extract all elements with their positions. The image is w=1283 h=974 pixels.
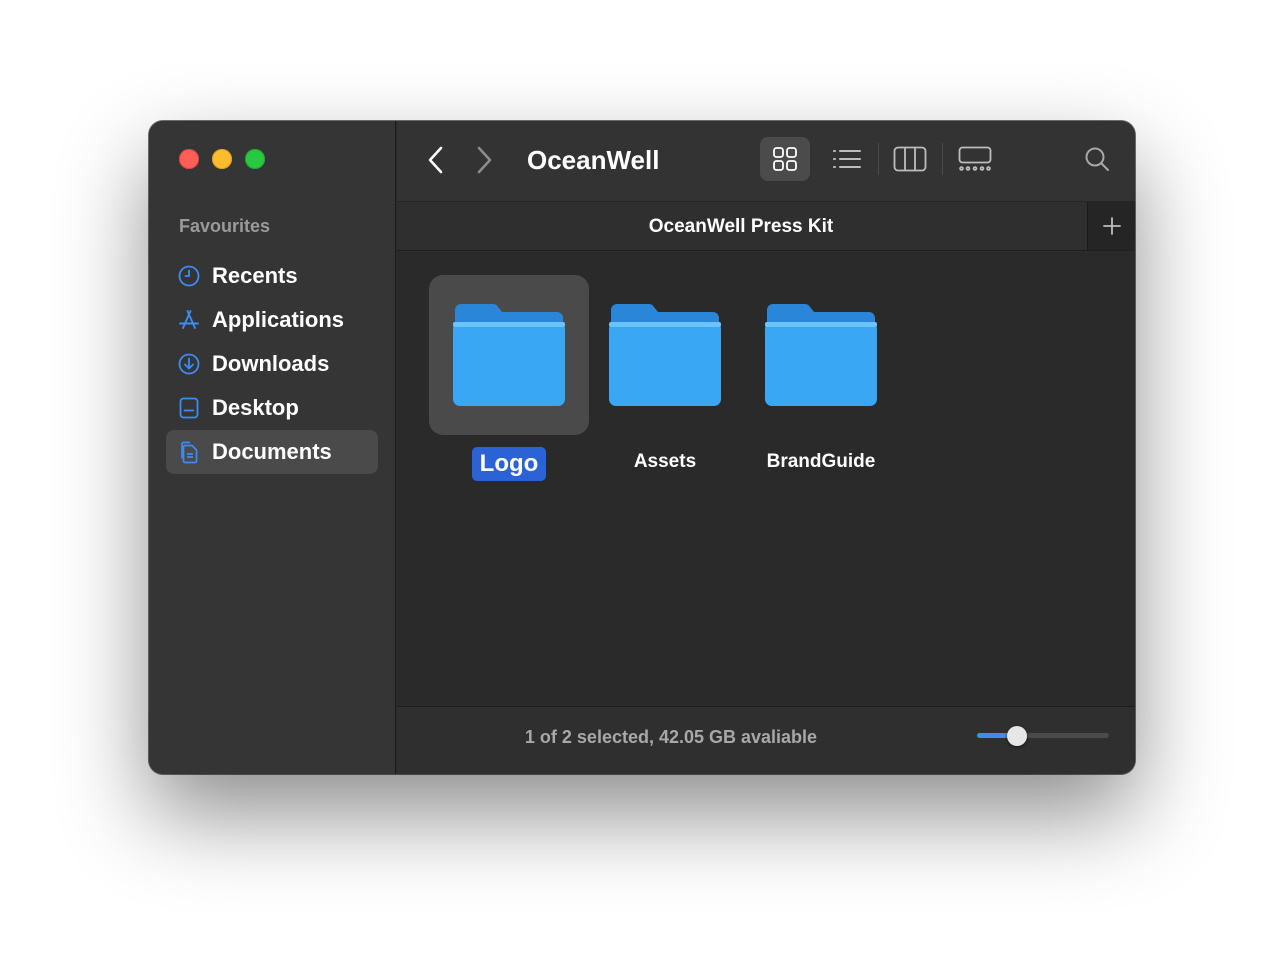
file-name[interactable]: BrandGuide [759,447,884,477]
chevron-left-icon [428,146,443,174]
column-view-button[interactable] [888,137,932,181]
folder-icon [429,275,589,435]
tab-oceanwell-press-kit[interactable]: OceanWell Press Kit [397,202,1085,252]
folder-icon [741,275,901,435]
column-view-icon [893,146,927,172]
folder-logo[interactable]: Logo [429,275,589,481]
window-controls [179,149,265,169]
list-view-button[interactable] [825,137,869,181]
sidebar-item-label: Applications [212,307,345,332]
sidebar: Favourites Recents Applications Download… [149,121,396,774]
list-view-icon [833,150,861,168]
sidebar-item-label: Recents [212,263,298,288]
close-button[interactable] [179,149,199,169]
plus-icon [1102,217,1121,235]
sidebar-item-documents[interactable]: Documents [166,430,378,474]
main-pane: OceanWell OceanWell Press Kit Logo Asset… [397,121,1135,774]
sidebar-heading: Favourites [179,216,271,236]
app-store-icon [176,307,202,333]
desktop-icon [176,395,202,421]
sidebar-item-downloads[interactable]: Downloads [166,342,378,386]
new-tab-button[interactable] [1087,202,1135,250]
sidebar-item-applications[interactable]: Applications [166,298,378,342]
gallery-view-icon [958,146,992,171]
sidebar-item-label: Desktop [212,395,299,420]
toolbar-divider [942,143,943,175]
sidebar-item-desktop[interactable]: Desktop [166,386,378,430]
sidebar-item-label: Documents [212,439,332,464]
search-icon [1085,147,1109,171]
icon-view-icon [773,147,797,171]
documents-icon [176,439,202,465]
sidebar-item-label: Downloads [212,351,330,376]
file-grid: Logo Assets BrandGuide [397,252,1135,706]
icon-view-button[interactable] [760,137,810,181]
icon-size-slider[interactable] [977,726,1109,746]
minimize-button[interactable] [212,149,232,169]
toolbar: OceanWell [397,121,1135,201]
tab-bar: OceanWell Press Kit [397,201,1135,251]
status-bar: 1 of 2 selected, 42.05 GB avaliable [397,706,1135,774]
file-name[interactable]: Assets [626,447,704,477]
folder-icon [585,275,745,435]
gallery-view-button[interactable] [953,137,997,181]
back-button[interactable] [421,143,451,177]
download-icon [176,351,202,377]
slider-knob[interactable] [1007,726,1027,746]
finder-window: Favourites Recents Applications Download… [149,121,1135,774]
sidebar-item-recents[interactable]: Recents [166,254,378,298]
search-button[interactable] [1081,143,1113,175]
file-name[interactable]: Logo [471,447,547,481]
clock-icon [176,263,202,289]
zoom-button[interactable] [245,149,265,169]
toolbar-divider [878,143,879,175]
folder-brandguide[interactable]: BrandGuide [741,275,901,477]
status-text: 1 of 2 selected, 42.05 GB avaliable [524,726,818,747]
folder-assets[interactable]: Assets [585,275,745,477]
chevron-right-icon [477,146,492,174]
forward-button[interactable] [469,143,499,177]
window-title: OceanWell [527,145,660,175]
sidebar-list: Recents Applications Downloads Desktop D… [166,254,378,474]
